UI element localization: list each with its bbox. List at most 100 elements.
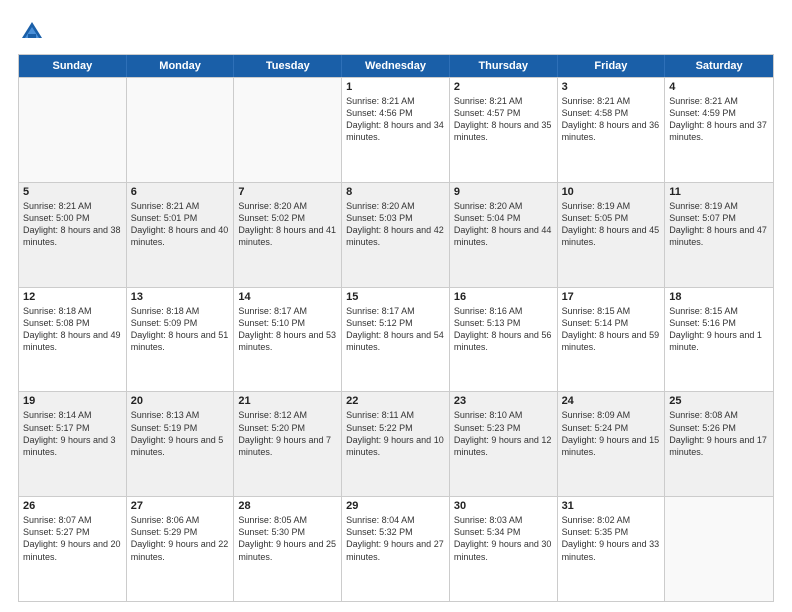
day-number: 19	[23, 395, 122, 407]
day-number: 2	[454, 81, 553, 93]
header-day-tuesday: Tuesday	[234, 55, 342, 77]
calendar-cell: 23 Sunrise: 8:10 AMSunset: 5:23 PMDayligh…	[450, 392, 558, 496]
day-number: 13	[131, 291, 230, 303]
cell-info: Sunrise: 8:08 AMSunset: 5:26 PMDaylight:…	[669, 409, 769, 458]
cell-info: Sunrise: 8:03 AMSunset: 5:34 PMDaylight:…	[454, 514, 553, 563]
day-number: 20	[131, 395, 230, 407]
cell-info: Sunrise: 8:14 AMSunset: 5:17 PMDaylight:…	[23, 409, 122, 458]
day-number: 18	[669, 291, 769, 303]
header-day-wednesday: Wednesday	[342, 55, 450, 77]
calendar-cell: 18 Sunrise: 8:15 AMSunset: 5:16 PMDayligh…	[665, 288, 773, 392]
calendar-cell: 26 Sunrise: 8:07 AMSunset: 5:27 PMDayligh…	[19, 497, 127, 601]
calendar-row: 1 Sunrise: 8:21 AMSunset: 4:56 PMDaylight…	[19, 77, 773, 182]
day-number: 28	[238, 500, 337, 512]
calendar-cell: 21 Sunrise: 8:12 AMSunset: 5:20 PMDayligh…	[234, 392, 342, 496]
cell-info: Sunrise: 8:21 AMSunset: 4:57 PMDaylight:…	[454, 95, 553, 144]
calendar-cell: 12 Sunrise: 8:18 AMSunset: 5:08 PMDayligh…	[19, 288, 127, 392]
day-number: 24	[562, 395, 661, 407]
calendar-cell	[665, 497, 773, 601]
day-number: 7	[238, 186, 337, 198]
day-number: 1	[346, 81, 445, 93]
day-number: 14	[238, 291, 337, 303]
calendar-header: SundayMondayTuesdayWednesdayThursdayFrid…	[19, 55, 773, 77]
calendar-cell: 11Sunrise: 8:19 AMSunset: 5:07 PMDayligh…	[665, 183, 773, 287]
calendar-row: 26 Sunrise: 8:07 AMSunset: 5:27 PMDayligh…	[19, 496, 773, 601]
calendar-cell: 31 Sunrise: 8:02 AMSunset: 5:35 PMDayligh…	[558, 497, 666, 601]
calendar-row: 5 Sunrise: 8:21 AMSunset: 5:00 PMDaylight…	[19, 182, 773, 287]
cell-info: Sunrise: 8:21 AMSunset: 4:59 PMDaylight:…	[669, 95, 769, 144]
day-number: 17	[562, 291, 661, 303]
calendar-cell: 10 Sunrise: 8:19 AMSunset: 5:05 PMDayligh…	[558, 183, 666, 287]
cell-info: Sunrise: 8:20 AMSunset: 5:02 PMDaylight:…	[238, 200, 337, 249]
day-number: 21	[238, 395, 337, 407]
calendar-cell	[234, 78, 342, 182]
header-day-monday: Monday	[127, 55, 235, 77]
calendar-cell: 19 Sunrise: 8:14 AMSunset: 5:17 PMDayligh…	[19, 392, 127, 496]
cell-info: Sunrise: 8:19 AMSunset: 5:05 PMDaylight:…	[562, 200, 661, 249]
cell-info: Sunrise: 8:19 AMSunset: 5:07 PMDaylight:…	[669, 200, 769, 249]
day-number: 12	[23, 291, 122, 303]
cell-info: Sunrise: 8:17 AMSunset: 5:10 PMDaylight:…	[238, 305, 337, 354]
cell-info: Sunrise: 8:11 AMSunset: 5:22 PMDaylight:…	[346, 409, 445, 458]
calendar-cell	[19, 78, 127, 182]
calendar-cell: 16Sunrise: 8:16 AMSunset: 5:13 PMDayligh…	[450, 288, 558, 392]
calendar-cell: 6Sunrise: 8:21 AMSunset: 5:01 PMDaylight…	[127, 183, 235, 287]
calendar-cell: 29 Sunrise: 8:04 AMSunset: 5:32 PMDayligh…	[342, 497, 450, 601]
day-number: 31	[562, 500, 661, 512]
cell-info: Sunrise: 8:02 AMSunset: 5:35 PMDaylight:…	[562, 514, 661, 563]
day-number: 6	[131, 186, 230, 198]
cell-info: Sunrise: 8:20 AMSunset: 5:04 PMDaylight:…	[454, 200, 553, 249]
calendar-cell: 13 Sunrise: 8:18 AMSunset: 5:09 PMDayligh…	[127, 288, 235, 392]
calendar-cell: 24 Sunrise: 8:09 AMSunset: 5:24 PMDayligh…	[558, 392, 666, 496]
header-day-sunday: Sunday	[19, 55, 127, 77]
day-number: 26	[23, 500, 122, 512]
cell-info: Sunrise: 8:21 AMSunset: 4:56 PMDaylight:…	[346, 95, 445, 144]
calendar-cell: 3 Sunrise: 8:21 AMSunset: 4:58 PMDaylight…	[558, 78, 666, 182]
calendar-cell: 15 Sunrise: 8:17 AMSunset: 5:12 PMDayligh…	[342, 288, 450, 392]
cell-info: Sunrise: 8:21 AMSunset: 4:58 PMDaylight:…	[562, 95, 661, 144]
calendar-cell: 28 Sunrise: 8:05 AMSunset: 5:30 PMDayligh…	[234, 497, 342, 601]
cell-info: Sunrise: 8:17 AMSunset: 5:12 PMDaylight:…	[346, 305, 445, 354]
cell-info: Sunrise: 8:13 AMSunset: 5:19 PMDaylight:…	[131, 409, 230, 458]
cell-info: Sunrise: 8:15 AMSunset: 5:14 PMDaylight:…	[562, 305, 661, 354]
calendar-cell: 14 Sunrise: 8:17 AMSunset: 5:10 PMDayligh…	[234, 288, 342, 392]
day-number: 29	[346, 500, 445, 512]
day-number: 8	[346, 186, 445, 198]
cell-info: Sunrise: 8:06 AMSunset: 5:29 PMDaylight:…	[131, 514, 230, 563]
cell-info: Sunrise: 8:05 AMSunset: 5:30 PMDaylight:…	[238, 514, 337, 563]
cell-info: Sunrise: 8:12 AMSunset: 5:20 PMDaylight:…	[238, 409, 337, 458]
cell-info: Sunrise: 8:18 AMSunset: 5:08 PMDaylight:…	[23, 305, 122, 354]
cell-info: Sunrise: 8:07 AMSunset: 5:27 PMDaylight:…	[23, 514, 122, 563]
day-number: 30	[454, 500, 553, 512]
cell-info: Sunrise: 8:10 AMSunset: 5:23 PMDaylight:…	[454, 409, 553, 458]
calendar-cell: 9Sunrise: 8:20 AMSunset: 5:04 PMDaylight…	[450, 183, 558, 287]
day-number: 27	[131, 500, 230, 512]
calendar-body: 1 Sunrise: 8:21 AMSunset: 4:56 PMDaylight…	[19, 77, 773, 601]
cell-info: Sunrise: 8:15 AMSunset: 5:16 PMDaylight:…	[669, 305, 769, 354]
page: SundayMondayTuesdayWednesdayThursdayFrid…	[0, 0, 792, 612]
calendar-cell: 27 Sunrise: 8:06 AMSunset: 5:29 PMDayligh…	[127, 497, 235, 601]
logo-icon	[18, 18, 46, 46]
header-day-friday: Friday	[558, 55, 666, 77]
header-day-thursday: Thursday	[450, 55, 558, 77]
cell-info: Sunrise: 8:20 AMSunset: 5:03 PMDaylight:…	[346, 200, 445, 249]
day-number: 22	[346, 395, 445, 407]
calendar-cell: 2 Sunrise: 8:21 AMSunset: 4:57 PMDaylight…	[450, 78, 558, 182]
logo	[18, 18, 50, 46]
cell-info: Sunrise: 8:18 AMSunset: 5:09 PMDaylight:…	[131, 305, 230, 354]
day-number: 10	[562, 186, 661, 198]
calendar-cell	[127, 78, 235, 182]
calendar-row: 12 Sunrise: 8:18 AMSunset: 5:08 PMDayligh…	[19, 287, 773, 392]
cell-info: Sunrise: 8:09 AMSunset: 5:24 PMDaylight:…	[562, 409, 661, 458]
calendar-cell: 8 Sunrise: 8:20 AMSunset: 5:03 PMDaylight…	[342, 183, 450, 287]
day-number: 15	[346, 291, 445, 303]
day-number: 23	[454, 395, 553, 407]
calendar-cell: 1 Sunrise: 8:21 AMSunset: 4:56 PMDaylight…	[342, 78, 450, 182]
day-number: 5	[23, 186, 122, 198]
cell-info: Sunrise: 8:04 AMSunset: 5:32 PMDaylight:…	[346, 514, 445, 563]
header-day-saturday: Saturday	[665, 55, 773, 77]
day-number: 4	[669, 81, 769, 93]
cell-info: Sunrise: 8:21 AMSunset: 5:00 PMDaylight:…	[23, 200, 122, 249]
day-number: 3	[562, 81, 661, 93]
calendar-cell: 5 Sunrise: 8:21 AMSunset: 5:00 PMDaylight…	[19, 183, 127, 287]
